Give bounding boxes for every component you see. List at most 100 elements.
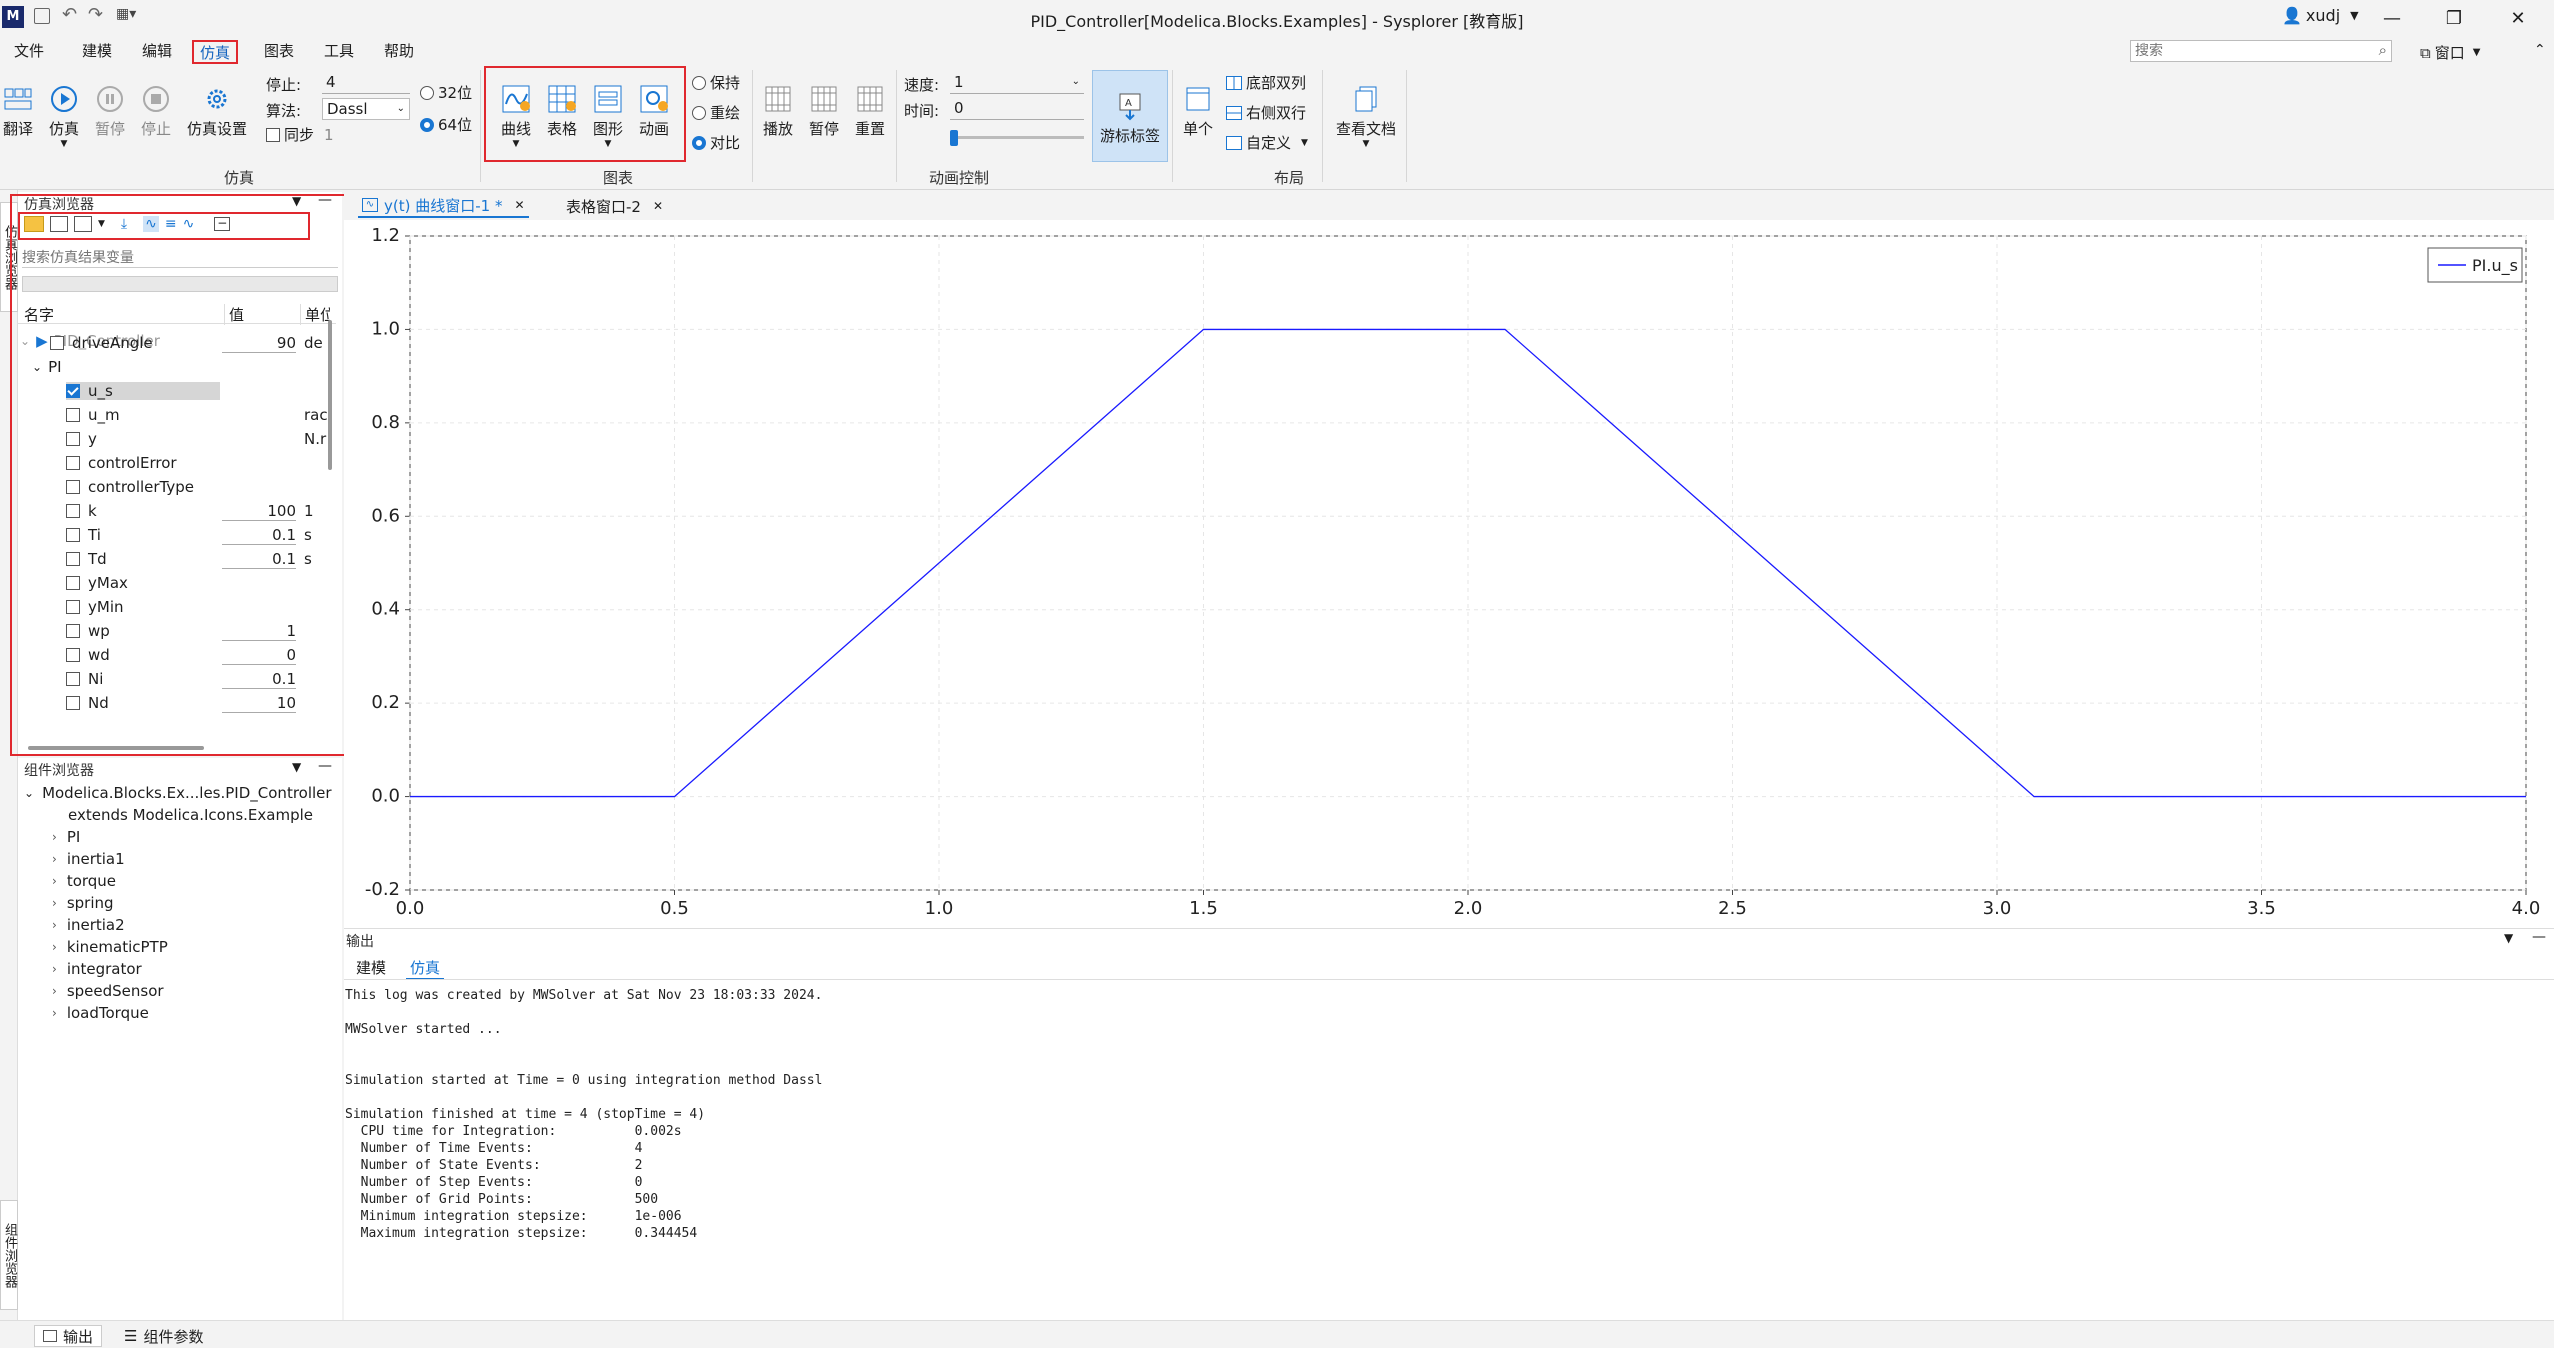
variable-checkbox[interactable]: [66, 696, 80, 710]
menu-help[interactable]: 帮助: [378, 40, 420, 64]
component-item[interactable]: › inertia2: [52, 916, 125, 934]
component-item[interactable]: › inertia1: [52, 850, 125, 868]
close-button[interactable]: ✕: [2488, 0, 2548, 36]
variable-value[interactable]: 90: [222, 334, 296, 353]
sim-settings-button[interactable]: 仿真设置: [184, 80, 250, 139]
figure-button[interactable]: 图形 ▼: [588, 80, 628, 149]
pause-button[interactable]: 暂停: [92, 80, 128, 139]
variable-value[interactable]: 100: [222, 502, 296, 521]
search-box[interactable]: ⌕: [2130, 40, 2392, 62]
menu-edit[interactable]: 编辑: [136, 40, 178, 64]
component-item[interactable]: › spring: [52, 894, 114, 912]
collapse-ribbon-icon[interactable]: ⌃: [2534, 42, 2546, 58]
variable-row[interactable]: y: [66, 430, 97, 448]
bit32-radio[interactable]: 32位: [420, 82, 472, 103]
time-slider[interactable]: [950, 130, 1084, 146]
variable-value[interactable]: 0.1: [222, 670, 296, 689]
curve-button[interactable]: 曲线 ▼: [496, 80, 536, 149]
variable-value[interactable]: 10: [222, 694, 296, 713]
anim-pause-button[interactable]: 暂停: [804, 80, 844, 139]
sim-search-input[interactable]: [22, 248, 338, 268]
output-tab-model[interactable]: 建模: [356, 957, 386, 978]
table-button[interactable]: 表格: [542, 80, 582, 139]
window-menu[interactable]: ⧉ 窗口 ▼: [2420, 42, 2480, 63]
component-item[interactable]: › kinematicPTP: [52, 938, 168, 956]
menu-file[interactable]: 文件: [8, 40, 50, 64]
cursor-label-button[interactable]: A 游标标签: [1092, 70, 1168, 162]
variable-checkbox[interactable]: [66, 552, 80, 566]
component-item[interactable]: › speedSensor: [52, 982, 164, 1000]
comp-tree-root[interactable]: ⌄ Modelica.Blocks.Ex...les.PID_Controlle…: [24, 784, 332, 802]
view-docs-button[interactable]: 查看文档 ▼: [1332, 80, 1400, 149]
variable-checkbox[interactable]: [66, 408, 80, 422]
variable-checkbox[interactable]: [66, 528, 80, 542]
output-tab-sim[interactable]: 仿真: [406, 957, 445, 980]
variable-row[interactable]: wp: [66, 622, 110, 640]
variable-row[interactable]: Nd: [66, 694, 109, 712]
sync-checkbox[interactable]: 同步 1: [266, 124, 334, 145]
menu-tools[interactable]: 工具: [318, 40, 360, 64]
simulate-button[interactable]: 仿真 ▼: [46, 80, 82, 149]
col-unit[interactable]: 单位: [300, 304, 330, 325]
plot-icon[interactable]: ⤓: [121, 216, 127, 232]
variable-checkbox[interactable]: [66, 576, 80, 590]
curve-icon[interactable]: ∿: [143, 216, 159, 232]
line-chart[interactable]: -0.20.00.20.40.60.81.01.20.0 0.5 1.0 1.5 2.0…: [344, 220, 2554, 928]
filter-bar[interactable]: [22, 276, 338, 292]
menu-simulation[interactable]: 仿真: [192, 40, 239, 64]
status-tab-params[interactable]: ☰ 组件参数: [116, 1325, 211, 1347]
variable-row[interactable]: k: [66, 502, 97, 520]
chart-area[interactable]: -0.2 0.0 0.2 0.4 0.6 0.8 1.0 1.2 0.0 0.5 1.0 1.5 2.0…: [344, 220, 2554, 928]
component-item[interactable]: › loadTorque: [52, 1004, 149, 1022]
variable-checkbox[interactable]: [50, 336, 64, 350]
search-input[interactable]: [2131, 41, 2361, 61]
speed-select[interactable]: 1 ⌄: [950, 72, 1084, 94]
bit64-radio[interactable]: 64位: [420, 114, 472, 135]
layout-custom[interactable]: 自定义 ▼: [1226, 132, 1308, 153]
layout-right-two-rows[interactable]: 右侧双行: [1226, 102, 1306, 123]
tab-curve-window[interactable]: ∿ y(t) 曲线窗口-1 * ✕: [358, 194, 529, 218]
component-item[interactable]: › PI: [52, 828, 80, 846]
pane-close-icon[interactable]: —: [2532, 929, 2546, 945]
export-icon[interactable]: [74, 216, 92, 232]
slider-thumb[interactable]: [950, 130, 958, 146]
variable-row[interactable]: yMax: [66, 574, 128, 592]
variable-row[interactable]: driveAngle: [50, 334, 153, 352]
variable-checkbox[interactable]: [66, 456, 80, 470]
menu-chart[interactable]: 图表: [258, 40, 300, 64]
variable-row[interactable]: Ni: [66, 670, 103, 688]
wave-icon[interactable]: ∿: [183, 216, 195, 232]
minimize-button[interactable]: —: [2362, 0, 2422, 36]
variable-row[interactable]: controllerType: [66, 478, 194, 496]
pane-menu-icon[interactable]: ▼: [292, 760, 301, 774]
play-button[interactable]: 播放: [758, 80, 798, 139]
variable-checkbox[interactable]: [66, 384, 80, 398]
algorithm-select[interactable]: Dassl ⌄: [322, 98, 410, 120]
sync-check[interactable]: [266, 127, 280, 142]
variable-row[interactable]: u_m: [66, 406, 120, 424]
tree-node-pi[interactable]: ⌄ PI: [32, 358, 62, 376]
col-name[interactable]: 名字: [24, 304, 54, 325]
close-icon[interactable]: ✕: [514, 198, 524, 212]
variable-value[interactable]: 1: [222, 622, 296, 641]
variable-value[interactable]: 0: [222, 646, 296, 665]
pane-menu-icon[interactable]: ▼: [2504, 931, 2513, 945]
reset-button[interactable]: 重置: [850, 80, 890, 139]
collapse-icon[interactable]: −: [214, 217, 231, 231]
user-menu[interactable]: 👤 xudj ▼: [2282, 6, 2359, 25]
chevron-down-icon[interactable]: ▼: [98, 219, 105, 229]
variable-row[interactable]: Ti: [66, 526, 101, 544]
variable-checkbox[interactable]: [66, 648, 80, 662]
variable-checkbox[interactable]: [66, 504, 80, 518]
col-value[interactable]: 值: [224, 304, 244, 325]
variable-row[interactable]: yMin: [66, 598, 124, 616]
stop-button[interactable]: 停止: [138, 80, 174, 139]
side-tab-comp-browser[interactable]: 组件浏览器: [0, 1200, 18, 1310]
variable-row[interactable]: wd: [66, 646, 110, 664]
variable-checkbox[interactable]: [66, 672, 80, 686]
time-input[interactable]: 0: [950, 98, 1084, 120]
component-item[interactable]: › integrator: [52, 960, 142, 978]
variable-checkbox[interactable]: [66, 480, 80, 494]
status-tab-output[interactable]: 输出: [34, 1325, 103, 1347]
variable-value[interactable]: 0.1: [222, 550, 296, 569]
